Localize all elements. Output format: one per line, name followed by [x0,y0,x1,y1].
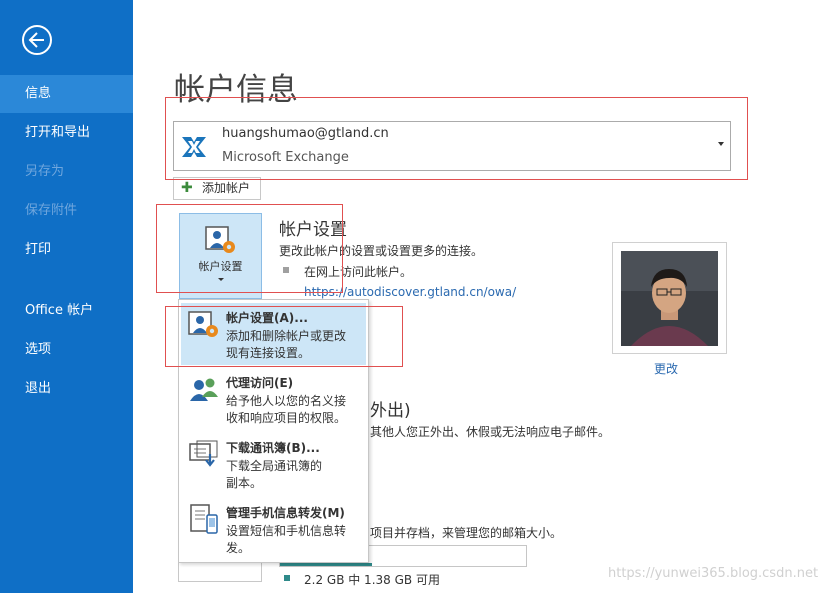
backstage-sidebar: 信息 打开和导出 另存为 保存附件 打印 Office 帐户 选项 退出 [0,0,133,593]
nav-save-attachments: 保存附件 [25,203,78,218]
watermark-text: https://yunwei365.blog.csdn.net [608,566,819,581]
back-button[interactable] [22,25,52,55]
menu-item-desc-line: 给予他人以您的名义接 [226,394,347,408]
annotation-box-account [165,97,748,180]
plus-icon: ✚ [181,180,193,196]
menu-item-desc-line: 设置短信和手机信息转 [226,524,347,538]
add-account-button[interactable]: ✚ 添加帐户 [173,177,261,200]
annotation-box-menu-item [165,306,403,367]
nav-options[interactable]: 选项 [0,331,133,369]
nav-print[interactable]: 打印 [0,231,133,269]
mobile-forwarding-icon [190,504,218,534]
change-photo-link[interactable]: 更改 [654,360,678,377]
mailbox-quota-fill [280,563,372,566]
menu-item-description: 设置短信和手机信息转 发。 [226,523,361,557]
menu-item-desc-line: 副本。 [226,476,263,490]
add-account-label: 添加帐户 [202,181,251,195]
back-arrow-icon [28,32,44,48]
download-address-book-icon [189,440,218,467]
nav-office-account[interactable]: Office 帐户 [0,292,133,330]
delegate-access-icon [190,378,218,401]
menu-item-description: 给予他人以您的名义接 收和响应项目的权限。 [226,393,361,427]
auto-reply-description: 其他人您正外出、休假或无法响应电子邮件。 [370,425,611,439]
nav-save-as: 另存为 [25,164,65,179]
menu-item-title: 代理访问(E) [226,376,294,390]
nav-exit[interactable]: 退出 [0,370,133,408]
profile-photo [621,251,718,346]
mailbox-quota-text: 2.2 GB 中 1.38 GB 可用 [304,573,440,587]
auto-reply-title: 外出) [370,401,411,421]
profile-photo-frame [612,242,727,354]
menu-item-desc-line: 收和响应项目的权限。 [226,411,347,425]
menu-item-download-address-book[interactable]: 下载通讯簿(B)... 下载全局通讯簿的 副本。 [181,434,366,496]
annotation-box-settings-button [156,204,343,293]
nav-info[interactable]: 信息 [0,75,133,113]
menu-item-title: 管理手机信息转发(M) [226,506,345,520]
tools-button[interactable] [178,560,262,582]
menu-item-desc-line: 下载全局通讯簿的 [226,459,323,473]
menu-item-delegate-access[interactable]: 代理访问(E) 给予他人以您的名义接 收和响应项目的权限。 [181,369,366,431]
menu-item-title: 下载通讯簿(B)... [226,441,320,455]
menu-item-mobile-forwarding[interactable]: 管理手机信息转发(M) 设置短信和手机信息转 发。 [181,499,366,561]
nav-open-export[interactable]: 打开和导出 [0,114,133,152]
menu-item-desc-line: 发。 [226,541,251,555]
mailbox-cleanup-description: 项目并存档，来管理您的邮箱大小。 [370,526,563,540]
bullet-icon [284,575,290,581]
menu-item-description: 下载全局通讯簿的 副本。 [226,458,361,492]
